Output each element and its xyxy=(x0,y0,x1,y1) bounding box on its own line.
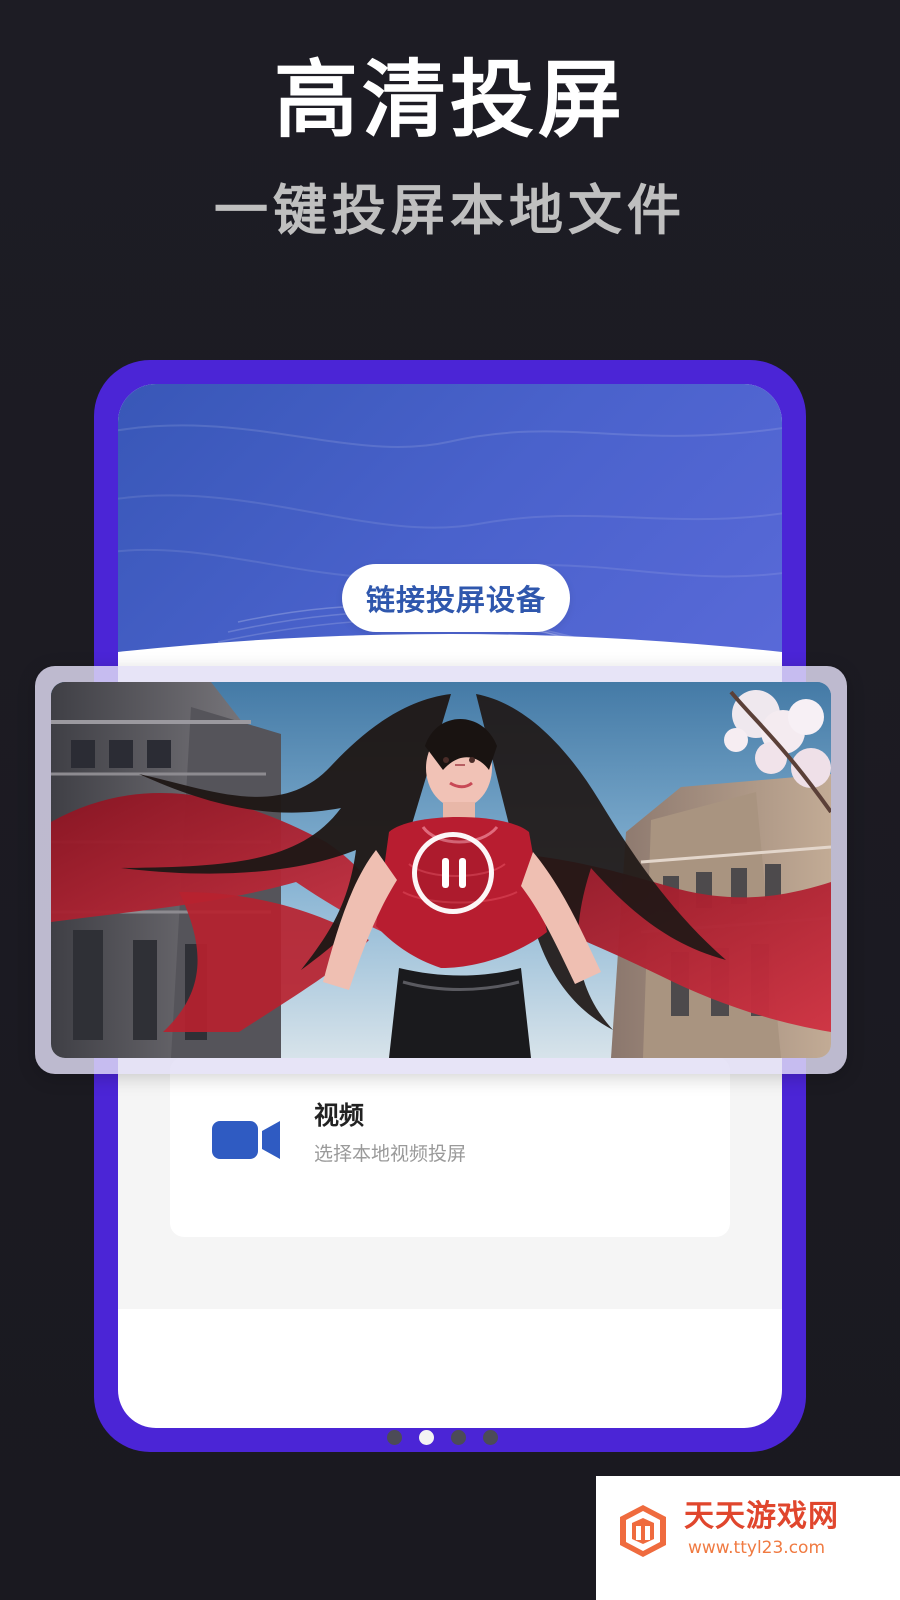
video-preview xyxy=(51,682,831,1058)
pause-icon-left-bar xyxy=(442,858,449,888)
site-watermark: 天天游戏网 www.ttyl23.com xyxy=(596,1476,900,1600)
page-dot-4[interactable] xyxy=(483,1430,498,1445)
video-option-description: 选择本地视频投屏 xyxy=(314,1143,467,1165)
video-option-card[interactable]: 视频 选择本地视频投屏 xyxy=(170,1057,730,1237)
pause-button[interactable] xyxy=(412,832,494,914)
promo-screen: 高清投屏 一键投屏本地文件 链接投屏设备 视频 选择本地视频投屏 天天游戏网 w… xyxy=(0,0,900,1600)
page-dot-1[interactable] xyxy=(387,1430,402,1445)
page-title: 高清投屏 xyxy=(273,51,626,149)
page-dot-2[interactable] xyxy=(419,1430,434,1445)
video-camera-icon xyxy=(212,1121,280,1159)
watermark-url: www.ttyl23.com xyxy=(688,1538,826,1558)
page-indicator xyxy=(387,1430,513,1446)
page-subtitle: 一键投屏本地文件 xyxy=(214,179,686,242)
watermark-title: 天天游戏网 xyxy=(684,1499,839,1534)
hero-banner: 链接投屏设备 xyxy=(118,384,782,694)
pause-icon-right-bar xyxy=(459,858,466,888)
video-option-title: 视频 xyxy=(314,1101,365,1130)
connect-device-button[interactable]: 链接投屏设备 xyxy=(342,564,570,632)
page-dot-3[interactable] xyxy=(451,1430,466,1445)
video-player-overlay[interactable] xyxy=(35,666,847,1074)
watermark-logo-icon xyxy=(620,1505,666,1557)
